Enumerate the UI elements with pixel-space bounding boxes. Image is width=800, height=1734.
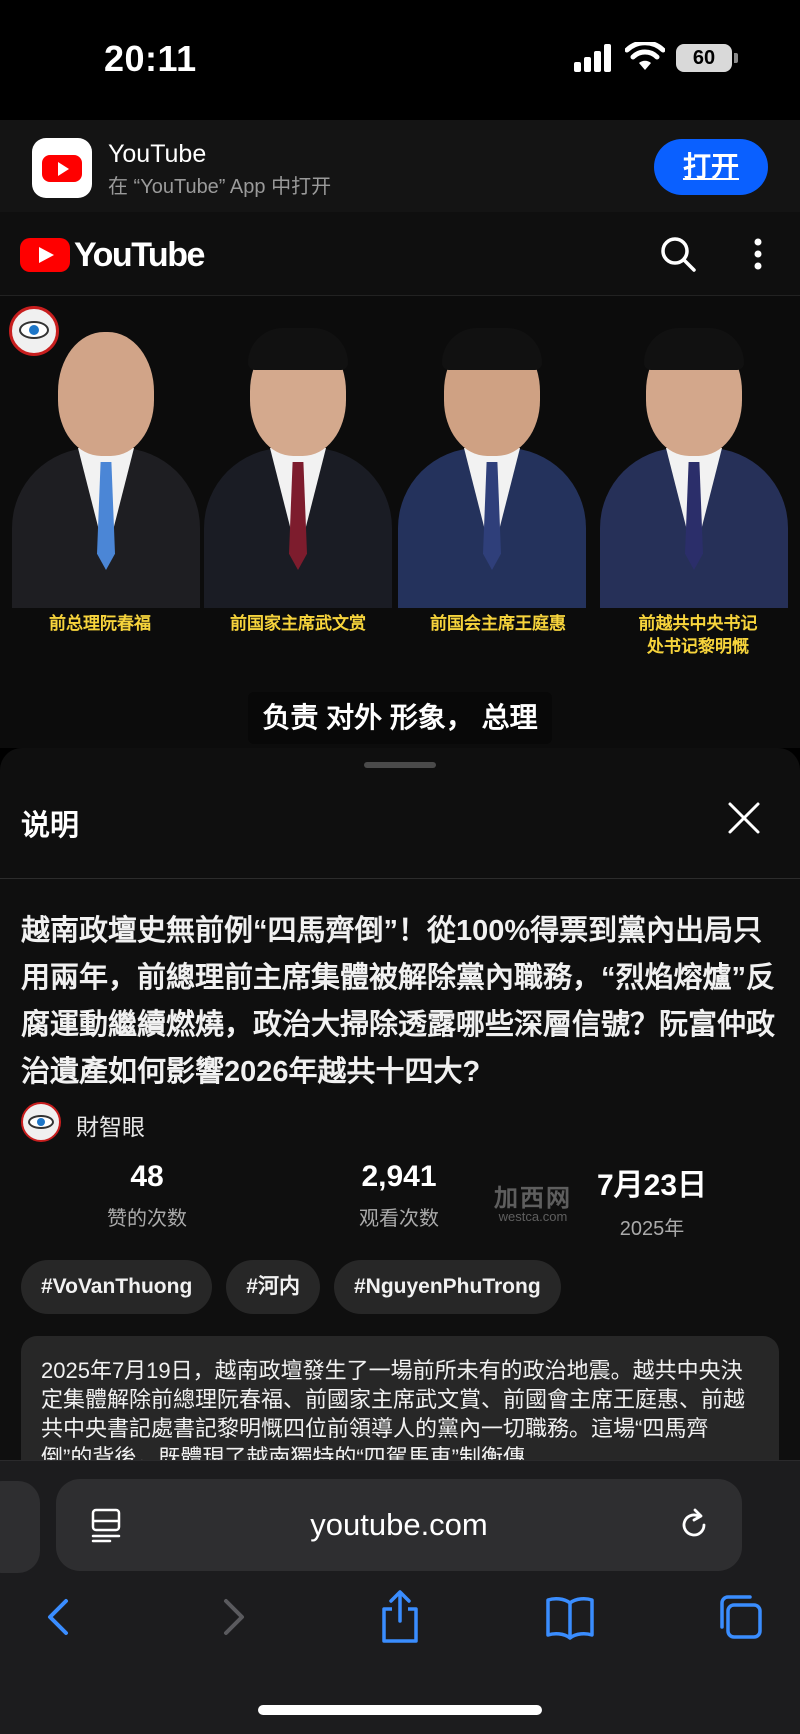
url-text: youtube.com [310,1507,488,1542]
battery-icon: 60 [676,44,732,72]
open-in-app-button[interactable]: 打开 [654,139,768,195]
hashtag-chip[interactable]: #NguyenPhuTrong [333,1260,561,1314]
description-sheet: 说明 越南政壇史無前例“四馬齊倒”！從100%得票到黨內出局只用兩年，前總理前主… [0,748,800,1460]
likes-stat: 48 赞的次数 [47,1160,247,1231]
likes-label: 赞的次数 [107,1208,187,1230]
channel-avatar[interactable] [21,1102,61,1142]
reload-icon[interactable] [676,1507,712,1543]
person-caption-1: 前总理阮春福 [49,614,151,633]
hashtag-chip[interactable]: #河内 [226,1260,320,1314]
home-indicator [258,1705,542,1715]
status-time: 20:11 [104,38,197,79]
likes-count: 48 [130,1160,164,1193]
wifi-icon [625,42,665,70]
app-name: YouTube [108,140,207,168]
tabs-icon[interactable] [710,1587,770,1647]
person-photo-2 [204,328,392,608]
search-icon[interactable] [656,232,700,276]
app-subtitle: 在 “YouTube” App 中打开 [108,176,332,198]
youtube-header: YouTube [0,212,800,296]
app-open-banner: YouTube 在 “YouTube” App 中打开 打开 [0,120,800,212]
watermark-line1: 加西网 [494,1185,572,1212]
youtube-play-icon [20,238,70,272]
video-player[interactable]: 前总理阮春福 前国家主席武文赏 前国会主席王庭惠 前越共中央书记处书记黎明慨 负… [0,296,800,748]
person-photo-4 [600,328,788,608]
hashtag-chip[interactable]: #VoVanThuong [21,1260,213,1314]
safari-toolbar: youtube.com [0,1460,800,1734]
views-count: 2,941 [361,1160,437,1193]
watermark: 加西网 westca.com [478,1178,588,1224]
sheet-title: 说明 [21,810,80,842]
youtube-app-icon [32,138,92,198]
battery-tip [734,53,738,63]
person-caption-3: 前国会主席王庭惠 [430,614,566,633]
views-label: 观看次数 [359,1208,439,1230]
person-caption-2: 前国家主席武文赏 [230,614,366,633]
person-photo-1 [12,332,200,608]
previous-tab-peek[interactable] [0,1481,40,1573]
person-photo-3 [398,328,586,608]
description-text[interactable]: 2025年7月19日，越南政壇發生了一場前所未有的政治地震。越共中央決定集體解除… [21,1336,779,1460]
bookmarks-icon[interactable] [540,1587,600,1647]
sheet-drag-handle[interactable] [364,762,436,768]
hashtag-list: #VoVanThuong #河内 #NguyenPhuTrong [21,1260,561,1314]
youtube-logo-text: YouTube [74,235,205,274]
address-bar[interactable]: youtube.com [56,1479,742,1571]
divider [0,878,800,879]
close-icon[interactable] [726,800,762,836]
youtube-logo[interactable]: YouTube [20,235,205,274]
video-subtitle: 负责 对外 形象， 总理 [248,692,552,744]
share-icon[interactable] [370,1587,430,1647]
views-stat: 2,941 观看次数 [299,1160,499,1231]
person-caption-4: 前越共中央书记处书记黎明慨 [638,614,758,656]
status-bar: 20:11 60 [0,0,800,120]
video-title: 越南政壇史無前例“四馬齊倒”！從100%得票到黨內出局只用兩年，前總理前主席集體… [21,915,776,1088]
channel-name[interactable]: 財智眼 [76,1108,145,1142]
cellular-signal-icon [574,44,614,72]
back-icon[interactable] [30,1587,90,1647]
forward-icon[interactable] [202,1587,262,1647]
more-vertical-icon[interactable] [742,232,774,276]
